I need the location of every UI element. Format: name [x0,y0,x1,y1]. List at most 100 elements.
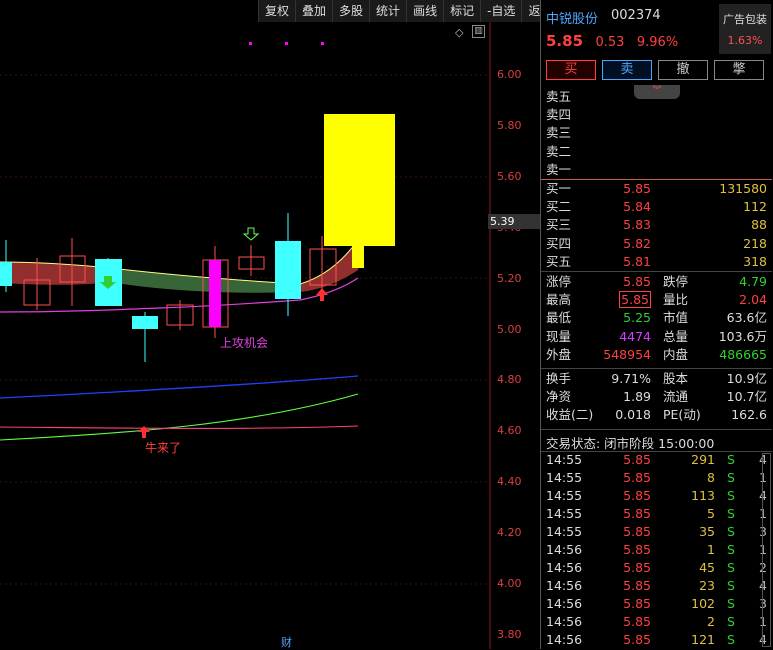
toolbar-button[interactable]: 标记 [443,0,480,22]
ribbon-red-area [0,262,110,285]
tick-volume: 5 [707,506,715,522]
tick-row: 14:56 5.85 2 S 1 [541,613,772,631]
tick-price: 5.85 [623,452,651,467]
diamond-icon[interactable]: ◇ [455,26,463,39]
book-level-label: 卖一 [546,161,572,177]
ask-book: 卖五卖四 卖三 卖二 卖一 [541,88,772,179]
stat-value: 5.85 [623,274,651,289]
tick-time: 14:56 [546,578,583,594]
sector-change: 1.63% [727,34,763,47]
book-row[interactable]: 买一 5.85 131580 [541,180,772,198]
stat-row: 换手 9.71% 股本 10.9亿 [541,370,772,388]
stock-code: 002374 [611,8,661,23]
stat-value: 9.71% [611,371,651,386]
book-row[interactable]: 买四 5.82 218 [541,235,772,253]
stat-row: 外盘 548954 内盘 486665 [541,346,772,364]
book-row[interactable]: 买五 5.81 318 [541,253,772,271]
tick-row: 14:55 5.85 8 S 1 [541,469,772,487]
tick-volume: 121 [691,632,715,648]
stat-value: 5.85 [619,291,651,309]
stat-value: 5.25 [623,310,651,326]
book-row[interactable]: 卖三 [541,124,772,142]
toolbar-button[interactable]: 统计 [369,0,406,22]
sector-box[interactable]: 广告包装 1.63% [719,4,771,54]
tick-scrollbar[interactable] [762,453,771,647]
price-axis-label: 5.20 [497,271,522,285]
cancel-order-button[interactable]: 撤 [658,60,708,80]
kline-svg[interactable]: 上攻机会 牛来了 财 [0,0,540,649]
book-level-label: 卖四 [546,107,572,123]
stat-row: 收益(二) 0.018 PE(动) 162.6 [541,406,772,424]
tick-side: S [727,488,735,504]
stat-label: 总量 [663,328,689,344]
tick-row: 14:55 5.85 35 S 3 [541,523,772,541]
candle [209,260,221,327]
tick-side: S [727,542,735,558]
candle [0,262,12,286]
price-change: 0.53 [595,35,625,50]
alert-button[interactable]: 撆 [714,60,764,80]
stat-value: 63.6亿 [726,310,767,326]
toolbar-button[interactable]: -自选 [480,0,521,22]
book-row[interactable]: 卖二 [541,143,772,161]
signal-dot [249,42,252,45]
tick-price: 5.85 [623,524,651,540]
tick-volume: 45 [699,560,715,576]
stat-label: 外盘 [546,346,572,362]
trading-status: 交易状态: 闭市阶段 15:00:00 [546,436,715,451]
candle [352,240,364,268]
book-row[interactable]: 卖五 [541,88,772,106]
toolbar-button[interactable]: 叠加 [295,0,332,22]
kline-chart[interactable]: 上攻机会 牛来了 财 6.005.805.605.405.205.004.804… [0,0,559,649]
stat-label: 内盘 [663,346,689,362]
stat-value: 162.6 [731,407,767,423]
book-level-label: 买五 [546,253,572,269]
sell-button[interactable]: 卖 [602,60,652,80]
book-row[interactable]: 卖一 [541,161,772,179]
toolbar-button[interactable]: 画线 [406,0,443,22]
tick-volume: 8 [707,470,715,486]
stock-name[interactable]: 中锐股份 [546,8,598,27]
book-row[interactable]: 买三 5.83 88 [541,216,772,234]
panel-toggle-icon[interactable]: ▥ [472,25,485,38]
sector-name: 广告包装 [723,13,767,26]
buy-button[interactable]: 买 [546,60,596,80]
price-line: 5.85 0.53 9.96% [546,32,678,50]
stat-label: 涨停 [546,274,572,289]
stat-row: 净资 1.89 流通 10.7亿 [541,388,772,406]
toolbar-button[interactable]: 复权 [258,0,295,22]
tick-row: 14:56 5.85 102 S 3 [541,595,772,613]
bid-book: 买一 5.85 131580 买二 5.84 112 买三 5.83 88 买四 5.82 218 买五… [541,180,772,271]
stat-label: 现量 [546,328,572,344]
tick-time: 14:55 [546,506,583,522]
book-level-label: 买三 [546,217,572,233]
stats-block-2: 换手 9.71% 股本 10.9亿 净资 1.89 流通 10.7亿 收益(二) 0.018 PE(… [541,370,772,425]
book-level-label: 卖五 [546,89,572,104]
book-level-label: 买一 [546,181,572,196]
book-volume: 88 [751,217,767,233]
tick-time: 14:56 [546,542,583,558]
tick-time: 14:55 [546,524,583,540]
stat-label: 市值 [663,310,689,326]
tick-price: 5.85 [623,560,651,576]
up-arrow-icon-1 [316,288,328,301]
tick-row: 14:55 5.85 5 S 1 [541,505,772,523]
price-axis-label: 6.00 [497,68,522,81]
book-row[interactable]: 买二 5.84 112 [541,198,772,216]
book-row[interactable]: 卖四 [541,106,772,124]
candle [324,114,395,246]
ribbon-red-area-right [300,240,358,292]
toolbar-button[interactable]: 多股 [332,0,369,22]
current-price-tag: 5.39 [488,214,540,229]
book-level-label: 买二 [546,199,572,215]
signal-dot [321,42,324,45]
stat-row: 涨停 5.85 跌停 4.79 [541,273,772,291]
tick-volume: 291 [691,452,715,467]
chart-toolbar: 复权叠加多股统计画线标记-自选返回 [258,0,559,22]
book-price: 5.83 [623,217,651,233]
tick-side: S [727,470,735,486]
price-axis-label: 3.80 [497,627,522,641]
stat-value: 103.6万 [718,328,767,344]
stat-label: 净资 [546,389,572,405]
tick-side: S [727,506,735,522]
